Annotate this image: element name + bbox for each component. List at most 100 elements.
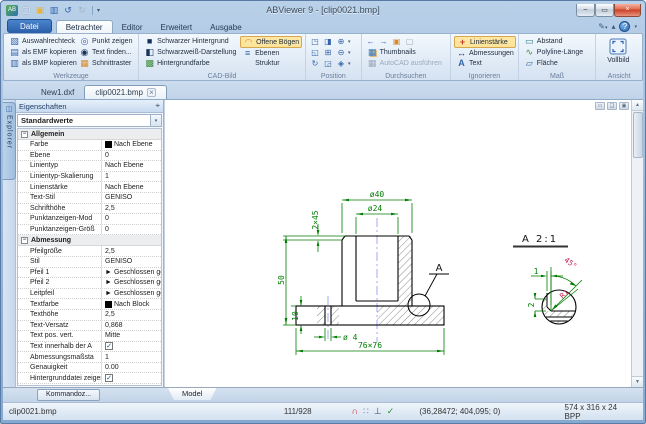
property-value[interactable]: ✓	[102, 342, 161, 352]
polyline-laenge-button[interactable]: ∿Polyline-Länge	[522, 47, 585, 58]
property-value[interactable]: 0,868	[102, 321, 161, 331]
property-value[interactable]: 1	[102, 352, 161, 362]
doctab-clip0021[interactable]: clip0021.bmp ×	[84, 85, 167, 99]
property-value[interactable]: 0	[102, 214, 161, 224]
flaeche-button[interactable]: ▱Fläche	[522, 58, 585, 69]
grid-icon[interactable]: ∷	[363, 407, 369, 416]
property-group-header[interactable]: −Allgemein	[18, 129, 161, 140]
scrollbar-thumb[interactable]	[633, 112, 643, 158]
bmp-kopieren-button[interactable]: ▥als BMP kopieren	[7, 58, 77, 69]
property-value[interactable]: ►Geschlossen gefüllt	[102, 289, 161, 299]
canvas-tool-icon-3[interactable]: ▣	[619, 102, 629, 110]
canvas-tool-icon-2[interactable]: ❑	[607, 102, 617, 110]
pan-icon[interactable]: ◱	[309, 48, 321, 58]
chevron-down-icon[interactable]: ▾	[150, 115, 161, 126]
help-dropdown-icon[interactable]: ▾	[634, 24, 637, 30]
rotate-view-icon[interactable]: ◳	[309, 37, 321, 47]
vertical-scrollbar[interactable]: ▲ ▼	[631, 100, 643, 387]
qat-dropdown-icon[interactable]: ▾	[97, 7, 100, 14]
schnittraster-button[interactable]: ▦Schnittraster	[77, 58, 134, 69]
ebenen-button[interactable]: ≡Ebenen	[240, 48, 302, 59]
property-group-header[interactable]: −Abmessung	[18, 235, 161, 246]
dropdown-icon[interactable]: ▾	[348, 39, 354, 45]
property-value[interactable]: 2,5	[102, 310, 161, 320]
text-finden-button[interactable]: ◉Text finden...	[77, 47, 134, 58]
property-value[interactable]: 2,5	[102, 204, 161, 214]
offene-boegen-button[interactable]: ◠Offene Bögen	[240, 36, 302, 48]
ortho-icon[interactable]: ⊥	[374, 407, 382, 416]
zoom-window-icon[interactable]: ◨	[322, 37, 334, 47]
property-value[interactable]: 0	[102, 151, 161, 161]
property-value[interactable]: GENISO	[102, 193, 161, 203]
dropdown-icon[interactable]: ▾	[348, 50, 354, 56]
close-tab-icon[interactable]: ×	[147, 88, 156, 97]
open-file-icon[interactable]: ▣	[34, 5, 46, 16]
canvas-tool-icon-1[interactable]: ▭	[595, 102, 605, 110]
previous-view-icon[interactable]: ◲	[322, 59, 334, 69]
property-value[interactable]: 0	[102, 225, 161, 235]
property-value[interactable]: GENISO	[102, 257, 161, 267]
title-bar[interactable]: AB ▢ ▣ ▥ ↺ ↻ ▾ ABViewer 9 - [clip0021.bm…	[3, 2, 643, 18]
property-value[interactable]: 1	[102, 172, 161, 182]
redo-icon[interactable]: ↻	[76, 5, 88, 16]
close-button[interactable]: ×	[614, 4, 641, 17]
property-value[interactable]: Mitte	[102, 331, 161, 341]
folder-edit-icon[interactable]: ▣	[391, 37, 403, 47]
style-dropdown-icon[interactable]: ✎▾	[598, 22, 607, 31]
browse-back-icon[interactable]: ←	[365, 37, 377, 47]
scroll-up-icon[interactable]: ▲	[632, 100, 644, 111]
preset-dropdown[interactable]: Standardwerte ▾	[17, 114, 162, 127]
app-logo-icon[interactable]: AB	[6, 5, 18, 16]
zoom-extents-icon[interactable]: ◈	[335, 59, 347, 69]
abstand-button[interactable]: ▭Abstand	[522, 36, 585, 47]
property-value[interactable]: Nach Ebene	[102, 182, 161, 192]
schwarzer-hintergrund-button[interactable]: ■Schwarzer Hintergrund	[142, 36, 240, 47]
maximize-button[interactable]: ▭	[595, 4, 614, 17]
kommandozeile-button[interactable]: Kommandoz...	[37, 389, 100, 401]
browse-forward-icon[interactable]: →	[378, 37, 390, 47]
emf-kopieren-button[interactable]: ▤als EMF kopieren	[7, 47, 77, 58]
property-value[interactable]: Nach Ebene	[102, 140, 161, 150]
punkt-zeigen-button[interactable]: ◎Punkt zeigen	[77, 36, 134, 47]
drawing-canvas[interactable]: ▭ ❑ ▣	[164, 100, 643, 387]
tab-betrachter[interactable]: Betrachter	[56, 20, 113, 33]
property-value[interactable]: Nach Ebene	[102, 161, 161, 171]
tab-editor[interactable]: Editor	[113, 21, 152, 33]
schwarzweiss-button[interactable]: ◧Schwarzweiß-Darstellung	[142, 47, 240, 58]
snap-magnet-icon[interactable]: ∩	[352, 407, 359, 416]
collapse-icon[interactable]: −	[21, 237, 28, 244]
linienstaerke-button[interactable]: +Linienstärke	[454, 36, 516, 48]
new-file-icon[interactable]: ▢	[20, 5, 32, 16]
property-value[interactable]: 0.00	[102, 363, 161, 373]
doctab-new1[interactable]: New1.dxf	[31, 86, 84, 99]
tab-erweitert[interactable]: Erweitert	[152, 21, 202, 33]
rotate-icon[interactable]: ↻	[309, 59, 321, 69]
abmessungen-button[interactable]: ↔Abmessungen	[454, 48, 516, 59]
thumbnails-button[interactable]: ▦Thumbnails	[365, 47, 444, 58]
text-ignorieren-button[interactable]: AText	[454, 59, 516, 70]
zoom-out-icon[interactable]: ⊖	[335, 48, 347, 58]
struktur-button[interactable]: Struktur	[240, 59, 302, 70]
property-value[interactable]: Nach Block	[102, 299, 161, 309]
scroll-down-icon[interactable]: ▼	[632, 376, 644, 387]
tab-datei[interactable]: Datei	[7, 19, 52, 33]
property-value[interactable]: ✓	[102, 373, 161, 383]
minimize-button[interactable]: –	[576, 4, 595, 17]
model-tab[interactable]: Model	[168, 388, 216, 400]
fit-view-icon[interactable]: ⊞	[322, 48, 334, 58]
property-value[interactable]: 2,5	[102, 246, 161, 256]
dropdown-icon[interactable]: ▾	[348, 61, 354, 67]
collapse-ribbon-icon[interactable]: ▴	[611, 22, 615, 31]
checkbox-checked[interactable]: ✓	[105, 342, 113, 350]
explorer-vertical-tab[interactable]: ◫ Explorer	[3, 102, 16, 180]
tab-ausgabe[interactable]: Ausgabe	[201, 21, 251, 33]
auswahlrechteck-button[interactable]: ▧Auswahlrechteck	[7, 36, 77, 47]
property-value[interactable]: ►Geschlossen gefüllt	[102, 268, 161, 278]
draw-mode-icon[interactable]: ✓	[387, 407, 395, 416]
pin-icon[interactable]: ⌖	[155, 101, 160, 111]
save-icon[interactable]: ▥	[48, 5, 60, 16]
undo-icon[interactable]: ↺	[62, 5, 74, 16]
property-value[interactable]: ►Geschlossen gefüllt	[102, 278, 161, 288]
help-icon[interactable]: ?	[619, 21, 630, 32]
zoom-in-icon[interactable]: ⊕	[335, 37, 347, 47]
